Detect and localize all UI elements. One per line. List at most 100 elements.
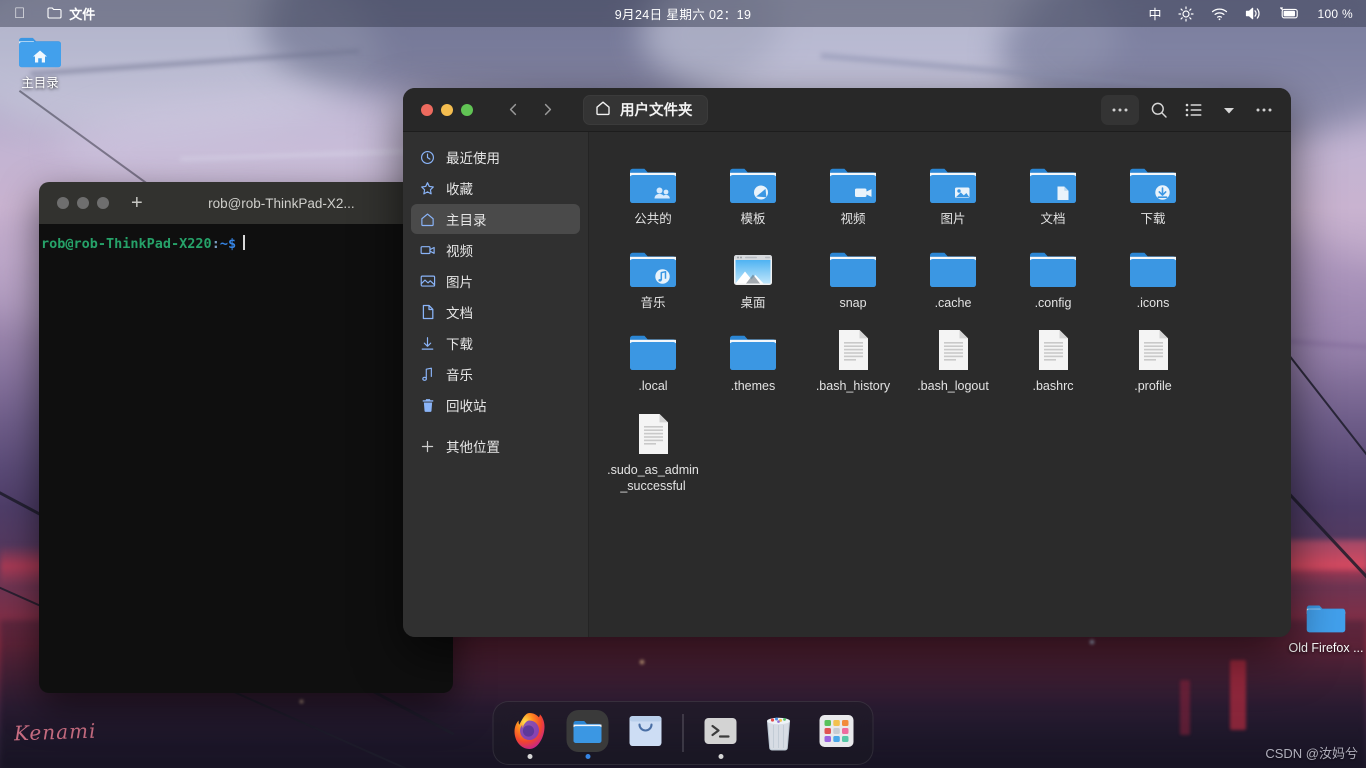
input-method-indicator[interactable]: 中 [1148, 4, 1161, 23]
plus-icon [419, 439, 436, 454]
file-item[interactable]: 图片 [903, 150, 1003, 228]
file-grid: 公共的 模板 视频 图片 文档 下载 音乐 桌面 snap .cache .co… [589, 132, 1291, 637]
sidebar-item-videos[interactable]: 视频 [411, 235, 580, 265]
volume-icon[interactable] [1245, 6, 1262, 21]
new-tab-button[interactable]: + [131, 193, 143, 213]
forward-button[interactable] [533, 96, 561, 124]
running-indicator [718, 754, 723, 759]
music-note-icon [419, 367, 436, 382]
file-item[interactable]: 公共的 [603, 150, 703, 228]
software-store-icon [626, 711, 666, 756]
file-item[interactable]: snap [803, 234, 903, 312]
file-item-label: .profile [1134, 379, 1172, 394]
dock-item-show-applications[interactable] [811, 705, 863, 761]
text-file-icon [631, 405, 675, 457]
file-item[interactable]: .config [1003, 234, 1103, 312]
dock-item-firefox[interactable] [504, 705, 556, 761]
file-item[interactable]: 下载 [1103, 150, 1203, 228]
view-options-chevron-icon[interactable] [1214, 95, 1244, 125]
folder-icon [728, 321, 778, 373]
sidebar-item-label: 文档 [446, 306, 473, 321]
sidebar-item-label: 主目录 [446, 213, 487, 228]
apple-logo-icon[interactable]:  [14, 6, 25, 21]
file-item[interactable]: .themes [703, 317, 803, 395]
sidebar-item-label: 最近使用 [446, 151, 500, 166]
sidebar-item-starred[interactable]: 收藏 [411, 173, 580, 203]
folder-icon [1286, 600, 1366, 638]
file-item[interactable]: 音乐 [603, 234, 703, 312]
terminal-window[interactable]: + rob@rob-ThinkPad-X2... rob@rob-ThinkPa… [39, 182, 453, 693]
minimize-button[interactable] [441, 103, 453, 116]
active-app-indicator[interactable]: 文件 [47, 4, 95, 23]
file-item-label: .themes [730, 379, 776, 394]
terminal-title: rob@rob-ThinkPad-X2... [208, 195, 355, 211]
file-item[interactable]: .cache [903, 234, 1003, 312]
home-icon [595, 100, 611, 120]
terminal-cursor [243, 235, 246, 250]
sidebar-item-home[interactable]: 主目录 [411, 204, 580, 234]
file-item[interactable]: 视频 [803, 150, 903, 228]
close-button[interactable] [57, 197, 69, 209]
file-item[interactable]: .bashrc [1003, 317, 1103, 395]
wifi-icon[interactable] [1211, 7, 1228, 21]
terminal-prompt-dollar: $ [227, 236, 237, 252]
file-item[interactable]: .bash_history [803, 317, 903, 395]
sidebar-item-label: 音乐 [446, 368, 473, 383]
terminal-icon [701, 711, 741, 756]
file-item[interactable]: .profile [1103, 317, 1203, 395]
file-item[interactable]: 文档 [1003, 150, 1103, 228]
search-icon[interactable] [1144, 95, 1174, 125]
file-item[interactable]: .sudo_as_admin_successful [603, 401, 703, 494]
file-item-label: 桌面 [740, 295, 766, 310]
wallpaper-city-light [1090, 640, 1094, 644]
file-item[interactable]: .local [603, 317, 703, 395]
folder-icon-videos [828, 154, 878, 206]
dock-item-files[interactable] [562, 705, 614, 761]
folder-icon-pictures [928, 154, 978, 206]
list-view-icon[interactable] [1179, 95, 1209, 125]
path-label: 用户文件夹 [620, 103, 693, 119]
download-arrow-icon [419, 336, 436, 351]
overflow-menu-button[interactable] [1101, 94, 1139, 125]
file-manager-headerbar: 用户文件夹 [403, 88, 1291, 132]
dock-item-trash[interactable] [753, 705, 805, 761]
desktop-icon-old-firefox[interactable]: Old Firefox ... [1286, 600, 1366, 657]
maximize-button[interactable] [461, 103, 473, 116]
dock-item-terminal[interactable] [695, 705, 747, 761]
close-button[interactable] [421, 103, 433, 116]
hamburger-menu-icon[interactable] [1249, 95, 1279, 125]
sidebar-item-trash[interactable]: 回收站 [411, 390, 580, 420]
terminal-output[interactable]: rob@rob-ThinkPad-X220:~$ [39, 224, 453, 693]
sidebar-item-other-locations[interactable]: 其他位置 [411, 431, 580, 461]
desktop-icon-home[interactable]: 主目录 [0, 32, 80, 92]
terminal-window-controls[interactable] [57, 197, 109, 209]
folder-icon-public [628, 154, 678, 206]
sidebar-item-music[interactable]: 音乐 [411, 359, 580, 389]
file-item-label: snap [839, 295, 867, 310]
file-item-label: .bash_logout [917, 379, 989, 394]
sidebar-item-documents[interactable]: 文档 [411, 297, 580, 327]
file-item[interactable]: .bash_logout [903, 317, 1003, 395]
sidebar-item-downloads[interactable]: 下载 [411, 328, 580, 358]
dock [492, 701, 874, 765]
system-top-bar:  文件 9月24日 星期六 02：19 中 [0, 0, 1366, 27]
window-controls[interactable] [421, 103, 473, 116]
battery-icon[interactable] [1279, 7, 1300, 20]
wallpaper-city-light [1230, 660, 1246, 730]
wallpaper-city-light [1180, 680, 1190, 735]
folder-icon [628, 321, 678, 373]
file-item[interactable]: .icons [1103, 234, 1203, 312]
wallpaper-artist-signature: Kenami [13, 718, 97, 746]
back-button[interactable] [499, 96, 527, 124]
path-breadcrumb-button[interactable]: 用户文件夹 [583, 94, 708, 125]
sidebar-item-pictures[interactable]: 图片 [411, 266, 580, 296]
sidebar-item-recent[interactable]: 最近使用 [411, 142, 580, 172]
dock-item-software[interactable] [620, 705, 672, 761]
file-item[interactable]: 桌面 [703, 234, 803, 312]
minimize-button[interactable] [77, 197, 89, 209]
terminal-titlebar[interactable]: + rob@rob-ThinkPad-X2... [39, 182, 453, 224]
maximize-button[interactable] [97, 197, 109, 209]
file-item[interactable]: 模板 [703, 150, 803, 228]
brightness-icon[interactable] [1178, 5, 1195, 22]
file-manager-window[interactable]: 用户文件夹 最近使用 收藏 主目录 视频 图片 文档 下载 音乐 回收站 其他位… [403, 88, 1291, 637]
